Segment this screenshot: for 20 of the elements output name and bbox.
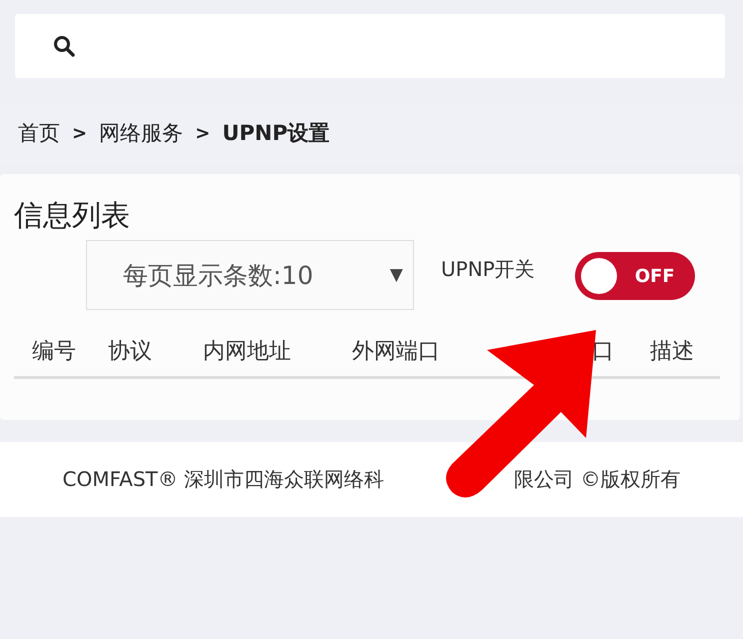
search-field[interactable] <box>15 14 725 78</box>
breadcrumb-item[interactable]: 首页 <box>18 119 60 147</box>
search-icon[interactable] <box>53 35 75 57</box>
column-header: 协议 <box>108 338 153 366</box>
column-header: 内网地址 <box>203 338 292 366</box>
breadcrumb-separator: > <box>72 122 88 144</box>
upnp-toggle[interactable]: OFF <box>574 252 695 300</box>
column-header: 描述 <box>650 338 695 366</box>
breadcrumb-item[interactable]: 网络服务 <box>99 119 184 147</box>
copyright-text: 限公司 ©版权所有 <box>514 466 680 493</box>
breadcrumb-item[interactable]: UPNP设置 <box>222 119 330 147</box>
breadcrumb-separator: > <box>195 122 210 144</box>
card-title: 信息列表 <box>14 197 131 234</box>
caret-icon: ▼ <box>390 265 403 285</box>
column-header: 外网端口 <box>352 338 441 366</box>
switch-label: UPNP开关 <box>441 256 535 283</box>
page-size-select[interactable]: 每页显示条数:10 ▼ <box>86 240 414 310</box>
column-header: 口 <box>592 338 614 366</box>
copyright-text: COMFAST® 深圳市四海众联网络科 <box>62 466 384 493</box>
column-header: 编号 <box>32 338 77 366</box>
